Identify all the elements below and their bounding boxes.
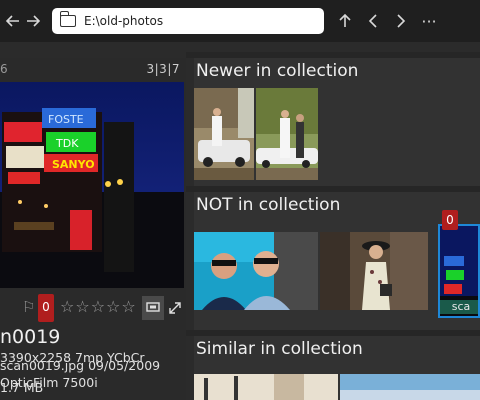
previous-button[interactable] [362, 8, 384, 34]
expand-button[interactable] [164, 296, 186, 320]
similar-thumbnail[interactable] [194, 374, 338, 400]
flag-count-badge: 0 [38, 294, 54, 322]
photo-title: n0019 [0, 326, 61, 348]
selected-caption: sca [440, 300, 478, 314]
current-photo[interactable]: FOSTE TDK SANYO [0, 82, 184, 288]
star-icon[interactable]: ☆ [75, 297, 90, 316]
newer-section: Newer in collection [194, 58, 480, 186]
navigation-toolbar: E:\old-photos ··· [0, 0, 480, 42]
slideshow-button[interactable] [142, 296, 164, 320]
folder-icon [59, 11, 76, 27]
rating-row: ⚐ 0 ☆☆☆☆☆ [0, 294, 186, 322]
flag-icon[interactable]: ⚐ [22, 298, 35, 316]
star-icon[interactable]: ☆ [91, 297, 106, 316]
similar-sky-photo [340, 374, 480, 400]
collection-counter: 3|3|7 [146, 62, 180, 76]
next-button[interactable] [390, 8, 412, 34]
svg-text:TDK: TDK [55, 137, 79, 150]
address-bar[interactable]: E:\old-photos [52, 8, 324, 34]
wedding-couple-photo [256, 88, 318, 180]
arrow-up-icon [339, 13, 351, 27]
panel-index: 6 [0, 62, 8, 76]
back-button[interactable] [2, 8, 24, 34]
not-in-collection-badge: 0 [442, 210, 458, 230]
newer-thumbnail[interactable] [194, 88, 254, 180]
more-button[interactable]: ··· [416, 8, 442, 34]
star-icon[interactable]: ☆ [60, 297, 75, 316]
expand-icon [169, 302, 181, 314]
section-title: Newer in collection [196, 61, 359, 81]
section-title: NOT in collection [196, 195, 341, 215]
wedding-car-photo [194, 88, 254, 180]
newer-thumbnail[interactable] [256, 88, 318, 180]
star-icon[interactable]: ☆ [121, 297, 136, 316]
similar-thumbnail[interactable] [340, 374, 480, 400]
chevron-right-icon [397, 14, 406, 28]
screen-icon [146, 302, 160, 312]
section-title: Similar in collection [196, 339, 363, 359]
panel-header: 6 3|3|7 [0, 58, 186, 80]
info-panel: 6 3|3|7 FOSTE TDK SANYO ⚐ 0 ☆☆☆☆☆ n0019 … [0, 58, 186, 400]
chevron-left-icon [368, 14, 377, 28]
more-icon: ··· [421, 11, 437, 31]
arrow-right-icon [27, 15, 41, 27]
night-street-photo: FOSTE TDK SANYO [0, 82, 184, 288]
not-in-collection-section: NOT in collection sca 0 [194, 192, 480, 330]
arrow-left-icon [5, 15, 19, 27]
not-in-collection-thumbnail[interactable] [194, 232, 318, 310]
similar-section: Similar in collection [194, 336, 480, 400]
two-men-sunglasses-photo [194, 232, 318, 310]
forward-button[interactable] [22, 8, 44, 34]
svg-text:FOSTE: FOSTE [48, 113, 84, 126]
not-in-collection-thumbnail[interactable] [320, 232, 428, 310]
scanner-device: OpticFilm 7500i [0, 375, 98, 390]
up-button[interactable] [334, 8, 356, 34]
rating-stars[interactable]: ☆☆☆☆☆ [60, 297, 137, 316]
similar-photo [194, 374, 338, 400]
image-dimensions: 3390x2258 7mp YCbCr [0, 350, 145, 365]
woman-with-hat-photo [320, 232, 428, 310]
svg-text:SANYO: SANYO [52, 158, 95, 171]
star-icon[interactable]: ☆ [106, 297, 121, 316]
address-path: E:\old-photos [84, 14, 164, 28]
selected-thumbnail[interactable]: sca [438, 224, 480, 318]
